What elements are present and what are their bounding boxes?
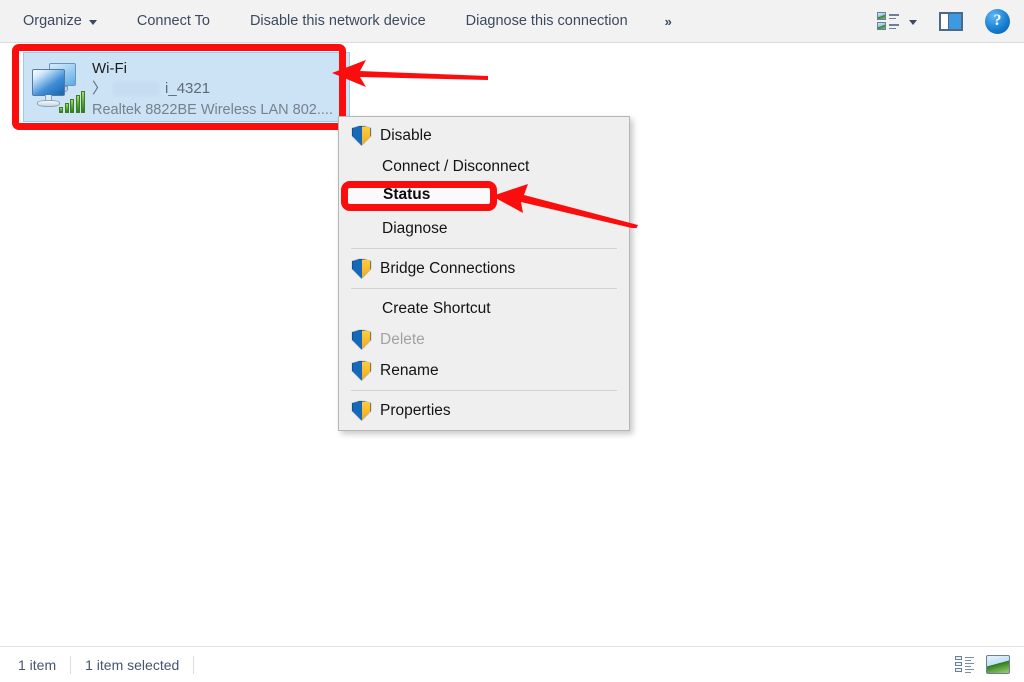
connection-name: Wi-Fi bbox=[92, 60, 127, 77]
menu-item-status[interactable]: Status bbox=[339, 182, 629, 213]
wifi-connection-texts: Wi-Fi 〉 i_4321 Realtek 8822BE Wireless L… bbox=[92, 53, 333, 120]
menu-item-connect-disconnect[interactable]: Connect / Disconnect bbox=[339, 151, 629, 182]
ssid-prefix-glyph: 〉 bbox=[92, 80, 108, 97]
connect-to-button[interactable]: Connect To bbox=[128, 8, 219, 34]
details-view-icon[interactable] bbox=[955, 656, 974, 674]
menu-item-label: Delete bbox=[380, 330, 425, 348]
menu-item-label: Connect / Disconnect bbox=[382, 157, 530, 175]
preview-pane-icon[interactable] bbox=[939, 11, 963, 31]
menu-separator bbox=[351, 288, 617, 289]
menu-item-label: Create Shortcut bbox=[382, 299, 491, 317]
view-options-icon[interactable] bbox=[877, 11, 899, 31]
chevron-down-icon bbox=[88, 19, 97, 25]
help-icon[interactable]: ? bbox=[985, 8, 1010, 34]
status-bar: 1 item 1 item selected bbox=[0, 646, 1024, 682]
shield-icon bbox=[352, 329, 371, 350]
organize-label: Organize bbox=[23, 13, 82, 29]
connection-ssid: 〉 i_4321 bbox=[92, 78, 333, 100]
organize-button[interactable]: Organize bbox=[14, 8, 106, 34]
menu-item-rename[interactable]: Rename bbox=[339, 355, 629, 386]
menu-item-diagnose[interactable]: Diagnose bbox=[339, 213, 629, 244]
menu-item-label: Disable bbox=[380, 126, 432, 144]
shield-icon bbox=[352, 360, 371, 381]
menu-item-bridge-connections[interactable]: Bridge Connections bbox=[339, 253, 629, 284]
ssid-suffix: i_4321 bbox=[165, 80, 211, 97]
disable-network-device-button[interactable]: Disable this network device bbox=[241, 8, 435, 34]
status-bar-view-buttons bbox=[955, 655, 1024, 674]
menu-item-delete: Delete bbox=[339, 324, 629, 355]
menu-item-label: Diagnose bbox=[382, 219, 448, 237]
toolbar-overflow-button[interactable]: » bbox=[657, 9, 679, 34]
adapter-name: Realtek 8822BE Wireless LAN 802.... bbox=[92, 102, 333, 118]
shield-icon bbox=[352, 258, 371, 279]
menu-item-properties[interactable]: Properties bbox=[339, 395, 629, 426]
menu-separator bbox=[351, 390, 617, 391]
diagnose-connection-label: Diagnose this connection bbox=[465, 13, 628, 29]
menu-separator bbox=[351, 248, 617, 249]
status-bar-divider bbox=[70, 655, 72, 674]
disable-network-device-label: Disable this network device bbox=[249, 13, 426, 29]
toolbar: Organize Connect To Disable this network… bbox=[0, 0, 1024, 43]
menu-item-label: Bridge Connections bbox=[380, 259, 516, 277]
connect-to-label: Connect To bbox=[136, 13, 210, 29]
network-connection-icon bbox=[27, 57, 87, 117]
view-options-chevron-down-icon[interactable] bbox=[909, 19, 917, 25]
status-bar-divider bbox=[193, 655, 195, 674]
signal-strength-icon bbox=[59, 91, 85, 113]
item-count-label: 1 item bbox=[18, 656, 57, 673]
menu-item-label: Rename bbox=[380, 361, 439, 379]
shield-icon bbox=[352, 400, 371, 421]
diagnose-connection-button[interactable]: Diagnose this connection bbox=[457, 8, 637, 34]
selection-count-label: 1 item selected bbox=[85, 656, 180, 673]
shield-icon bbox=[352, 125, 371, 146]
wifi-connection-item[interactable]: Wi-Fi 〉 i_4321 Realtek 8822BE Wireless L… bbox=[23, 52, 350, 122]
annotation-arrow-to-wifi-item bbox=[332, 60, 488, 87]
menu-item-create-shortcut[interactable]: Create Shortcut bbox=[339, 293, 629, 324]
menu-item-label: Properties bbox=[380, 401, 451, 419]
toolbar-right-group: ? bbox=[877, 8, 1024, 34]
menu-item-disable[interactable]: Disable bbox=[339, 120, 629, 151]
ssid-redacted-region bbox=[113, 82, 160, 96]
large-icons-view-icon[interactable] bbox=[986, 655, 1010, 674]
context-menu: Disable Connect / Disconnect Status Diag… bbox=[338, 116, 630, 431]
